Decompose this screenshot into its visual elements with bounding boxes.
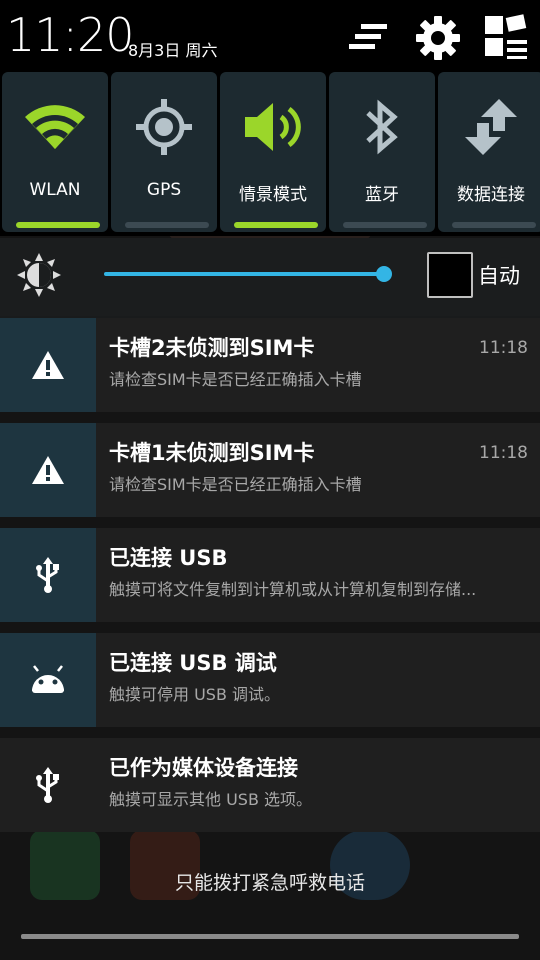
notification-text: 请检查SIM卡是否已经正确插入卡槽 <box>109 475 362 494</box>
brightness-slider-thumb[interactable] <box>376 266 393 282</box>
volume-icon <box>220 92 326 162</box>
tile-bluetooth[interactable]: 蓝牙 <box>329 72 435 232</box>
tile-indicator-on <box>16 222 100 228</box>
clock: 11:20 <box>6 8 135 62</box>
wifi-icon <box>2 92 108 162</box>
notification-item[interactable]: 已连接 USB 调试 触摸可停用 USB 调试。 <box>0 633 540 727</box>
tile-indicator-off <box>343 222 427 228</box>
quick-settings-panel: WLAN GPS 情景模式 蓝牙 数据连接 <box>0 70 540 236</box>
notification-time: 11:18 <box>479 338 528 358</box>
tile-wlan[interactable]: WLAN <box>2 72 108 232</box>
notification-text: 触摸可停用 USB 调试。 <box>109 685 281 704</box>
data-transfer-icon <box>438 92 540 162</box>
notification-title: 卡槽1未侦测到SIM卡 <box>109 441 315 465</box>
notification-text: 请检查SIM卡是否已经正确插入卡槽 <box>109 370 362 389</box>
tile-mobile-data[interactable]: 数据连接 <box>438 72 540 232</box>
notification-item[interactable]: 卡槽2未侦测到SIM卡 请检查SIM卡是否已经正确插入卡槽 11:18 <box>0 318 540 412</box>
warning-icon <box>0 423 96 517</box>
notification-time: 11:18 <box>479 443 528 463</box>
notification-title: 已作为媒体设备连接 <box>109 756 298 780</box>
tile-indicator-on <box>234 222 318 228</box>
tile-indicator-off <box>125 222 209 228</box>
clear-notifications-icon[interactable] <box>345 14 391 60</box>
notification-item[interactable]: 卡槽1未侦测到SIM卡 请检查SIM卡是否已经正确插入卡槽 11:18 <box>0 423 540 517</box>
brightness-icon <box>16 252 62 298</box>
emergency-calls-only-text: 只能拨打紧急呼救电话 <box>174 872 365 894</box>
notification-text: 触摸可显示其他 USB 选项。 <box>109 790 313 809</box>
notification-text: 触摸可将文件复制到计算机或从计算机复制到存储... <box>109 580 477 599</box>
auto-brightness-checkbox[interactable] <box>427 252 473 298</box>
bluetooth-icon <box>329 92 435 162</box>
brightness-row: 自动 <box>0 238 540 316</box>
tile-gps[interactable]: GPS <box>111 72 217 232</box>
notification-title: 卡槽2未侦测到SIM卡 <box>109 336 315 360</box>
tile-label: WLAN <box>29 180 81 200</box>
tile-label: GPS <box>146 180 182 200</box>
tile-label: 情景模式 <box>239 185 307 205</box>
quick-settings-grid-icon[interactable] <box>483 14 529 60</box>
date: 8月3日 周六 <box>128 41 218 60</box>
usb-icon <box>0 738 96 832</box>
warning-icon <box>0 318 96 412</box>
panel-drag-handle[interactable] <box>21 934 519 939</box>
usb-icon <box>0 528 96 622</box>
notification-item[interactable]: 已连接 USB 触摸可将文件复制到计算机或从计算机复制到存储... <box>0 528 540 622</box>
tile-label: 蓝牙 <box>365 185 399 205</box>
notification-title: 已连接 USB <box>109 546 228 570</box>
android-icon <box>0 633 96 727</box>
notification-item[interactable]: 已作为媒体设备连接 触摸可显示其他 USB 选项。 <box>0 738 540 832</box>
auto-brightness-label: 自动 <box>478 264 520 288</box>
tile-label: 数据连接 <box>457 185 525 205</box>
gps-icon <box>111 92 217 162</box>
settings-gear-icon[interactable] <box>414 14 460 60</box>
brightness-slider[interactable] <box>104 272 390 276</box>
notification-header: 11:20 8月3日 周六 <box>0 0 540 70</box>
tile-indicator-off <box>452 222 536 228</box>
tile-sound-profile[interactable]: 情景模式 <box>220 72 326 232</box>
notification-title: 已连接 USB 调试 <box>109 651 277 675</box>
